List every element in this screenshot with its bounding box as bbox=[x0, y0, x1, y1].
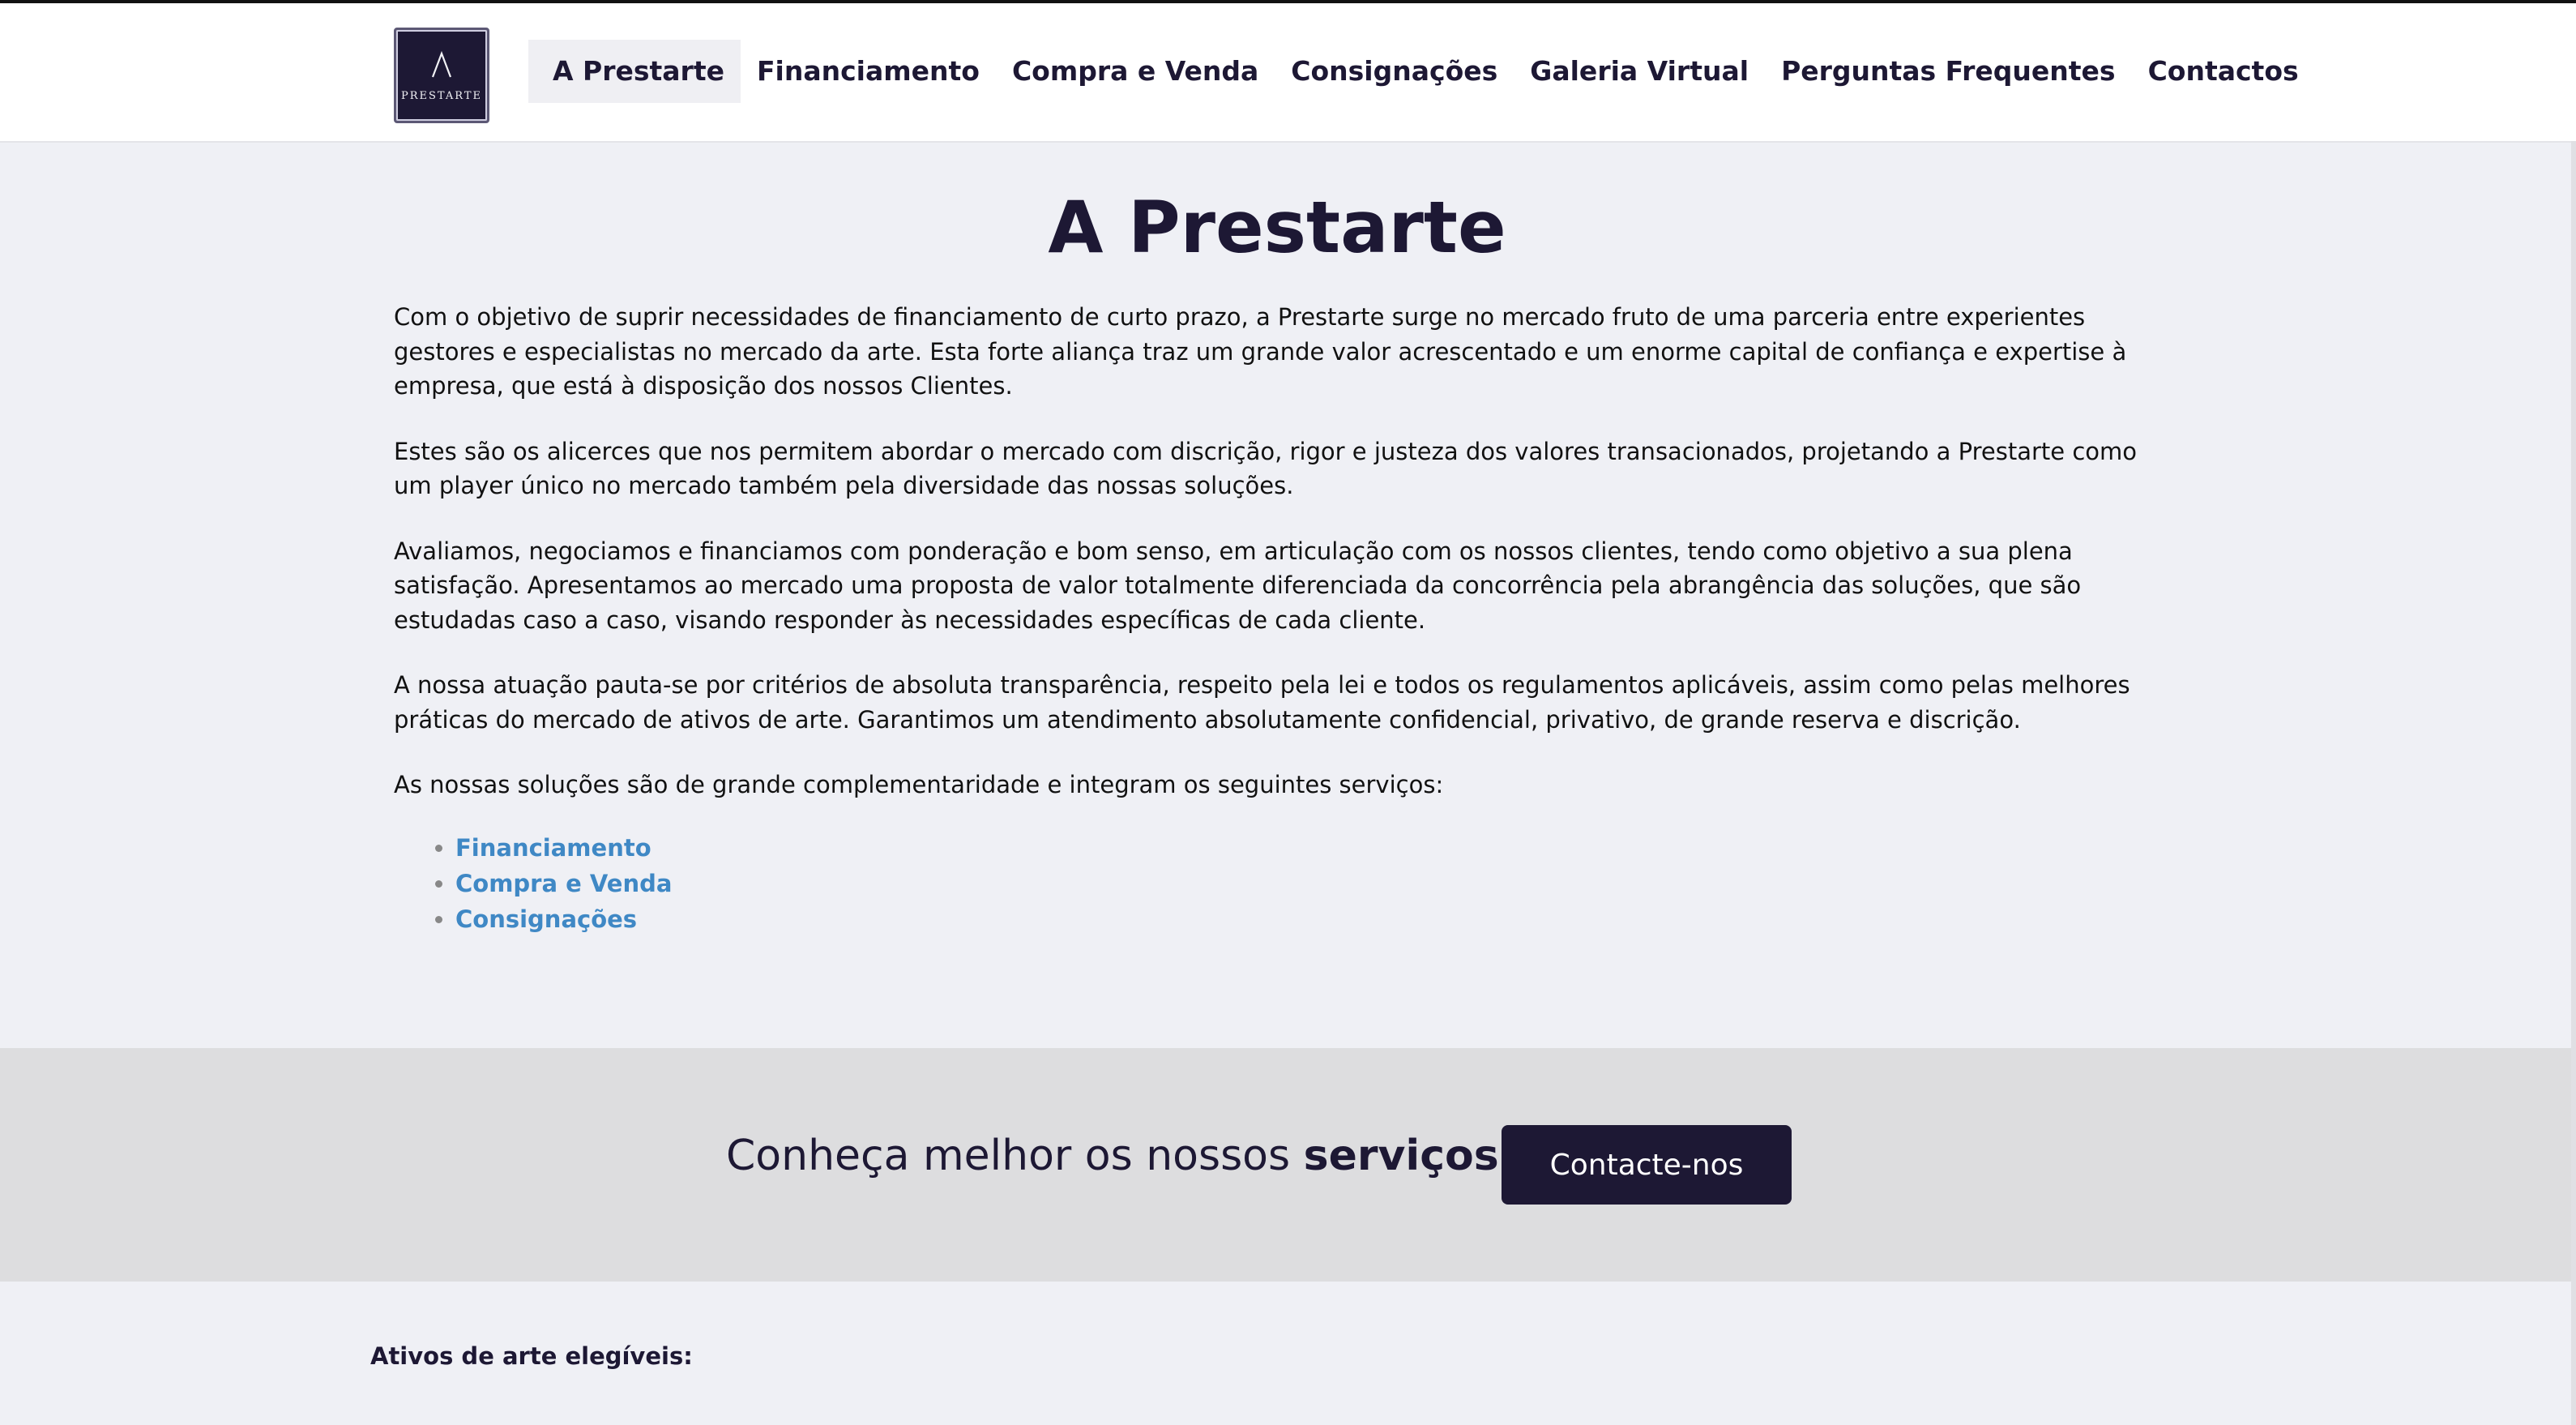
nav-item-perguntas-frequentes[interactable]: Perguntas Frequentes bbox=[1765, 40, 2132, 103]
intro-text: Com o objetivo de suprir necessidades de… bbox=[394, 300, 2152, 833]
paragraph: As nossas soluções são de grande complem… bbox=[394, 771, 1444, 798]
paragraph: Com o objetivo de suprir necessidades de… bbox=[394, 303, 2127, 400]
cta-text-prefix: Conheça melhor os nossos bbox=[726, 1132, 1304, 1180]
cta-text: Conheça melhor os nossos serviços. bbox=[726, 1125, 1512, 1187]
nav-item-financiamento[interactable]: Financiamento bbox=[741, 40, 996, 103]
page-title: A Prestarte bbox=[1048, 186, 1506, 269]
contact-button[interactable]: Contacte-nos bbox=[1502, 1125, 1792, 1205]
nav-item-a-prestarte[interactable]: A Prestarte bbox=[528, 40, 741, 103]
scrollbar[interactable] bbox=[2571, 141, 2576, 1425]
service-link-financiamento[interactable]: Financiamento bbox=[455, 834, 651, 862]
services-list: Financiamento Compra e Venda Consignaçõe… bbox=[394, 830, 672, 937]
list-item: Compra e Venda bbox=[455, 866, 672, 901]
site-header: PRESTARTE A Prestarte Financiamento Comp… bbox=[0, 3, 2576, 143]
paragraph: Estes são os alicerces que nos permitem … bbox=[394, 437, 2138, 500]
logo-mark-icon bbox=[396, 50, 487, 82]
logo-wordmark: PRESTARTE bbox=[401, 90, 482, 102]
nav-item-contactos[interactable]: Contactos bbox=[2132, 40, 2315, 103]
nav-item-consignacoes[interactable]: Consignações bbox=[1275, 40, 1514, 103]
service-link-compra-e-venda[interactable]: Compra e Venda bbox=[455, 870, 672, 897]
list-item: Financiamento bbox=[455, 830, 672, 866]
nav-item-compra-e-venda[interactable]: Compra e Venda bbox=[996, 40, 1275, 103]
cta-text-bold: serviços bbox=[1303, 1132, 1499, 1180]
list-item: Consignações bbox=[455, 901, 672, 937]
main-nav: A Prestarte Financiamento Compra e Venda… bbox=[528, 39, 2315, 104]
service-link-consignacoes[interactable]: Consignações bbox=[455, 905, 637, 933]
prestarte-logo[interactable]: PRESTARTE bbox=[394, 28, 489, 123]
eligible-assets-heading: Ativos de arte elegíveis: bbox=[370, 1342, 693, 1370]
paragraph: Avaliamos, negociamos e financiamos com … bbox=[394, 537, 2082, 634]
paragraph: A nossa atuação pauta-se por critérios d… bbox=[394, 671, 2130, 734]
cta-banner: Conheça melhor os nossos serviços. Conta… bbox=[0, 1048, 2576, 1282]
nav-item-galeria-virtual[interactable]: Galeria Virtual bbox=[1514, 40, 1765, 103]
